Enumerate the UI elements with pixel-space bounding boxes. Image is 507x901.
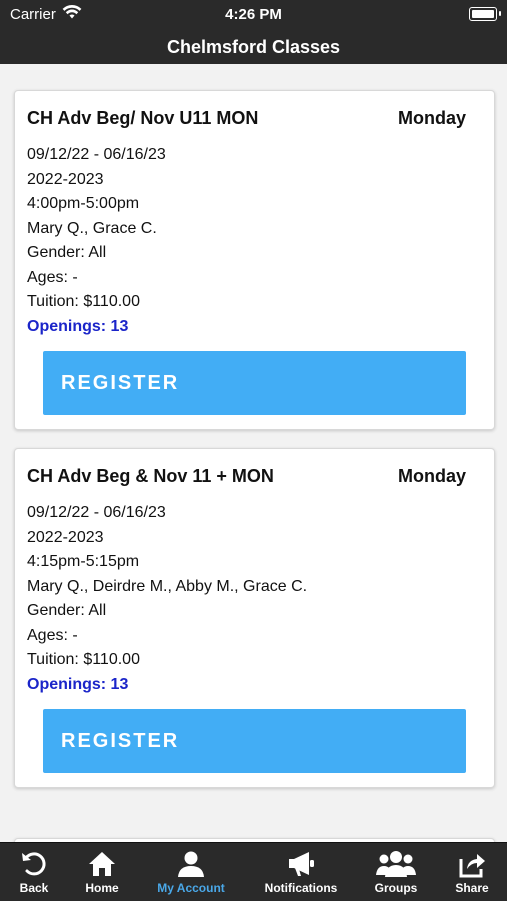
tab-home[interactable]: Home [72,849,132,895]
class-card-header: CH Adv Beg/ Nov U11 MON Monday [15,91,494,135]
tab-label: My Account [157,881,225,895]
class-dates: 09/12/22 - 06/16/23 [27,504,166,521]
class-ages: Ages: - [27,268,78,286]
tab-label: Groups [374,881,418,895]
class-season: 2022-2023 [27,528,104,546]
page-title: Chelmsford Classes [166,37,341,57]
class-tuition: Tuition: $110.00 [27,293,140,310]
class-name: CH Adv Beg/ Nov U11 MON [27,108,259,128]
nav-bar: Chelmsford Classes [0,30,507,65]
tab-back[interactable]: Back [4,849,64,895]
class-day: Monday [397,108,466,128]
share-icon [459,854,485,878]
megaphone-icon [289,852,314,876]
home-icon [89,852,115,876]
class-day: Monday [397,466,466,486]
tab-notifications[interactable]: Notifications [256,849,346,895]
class-gender: Gender: All [27,602,107,619]
tab-groups[interactable]: Groups [366,849,426,895]
class-openings: Openings: 13 [27,317,129,335]
user-icon [178,851,204,877]
class-card: CH Adv Beg/ Nov U11 MON Monday 09/12/22 … [14,90,495,430]
class-details: 09/12/22 - 06/16/23 2022-2023 4:15pm-5:1… [15,493,494,697]
class-gender: Gender: All [27,244,107,261]
class-dates: 09/12/22 - 06/16/23 [27,146,166,163]
class-tuition: Tuition: $110.00 [27,651,140,668]
class-time: 4:00pm-5:00pm [27,195,140,212]
class-card-header: CH Adv Beg & Nov 11 + MON Monday [15,449,494,493]
back-icon [22,852,46,876]
tab-label: Home [85,881,119,895]
class-card: CH Adv Beg & Nov 11 + MON Monday 09/12/2… [14,448,495,788]
class-ages: Ages: - [27,626,78,644]
class-name: CH Adv Beg & Nov 11 + MON [27,466,274,486]
tab-label: Back [19,881,49,895]
battery-tip [499,11,501,16]
tab-share[interactable]: Share [444,849,500,895]
status-bar: Carrier 4:26 PM [0,0,507,30]
class-list[interactable]: CH Adv Beg/ Nov U11 MON Monday 09/12/22 … [0,64,507,842]
status-time: 4:26 PM [225,6,282,23]
battery-icon [469,7,497,21]
tab-label: Notifications [264,881,338,895]
groups-icon [376,851,416,877]
register-button[interactable]: REGISTER [43,709,466,773]
register-button[interactable]: REGISTER [43,351,466,415]
tab-label: Share [455,881,489,895]
class-details: 09/12/22 - 06/16/23 2022-2023 4:00pm-5:0… [15,135,494,339]
class-time: 4:15pm-5:15pm [27,553,140,570]
tab-bar: Back Home My Account Notifications Group… [0,842,507,901]
class-season: 2022-2023 [27,170,104,188]
class-openings: Openings: 13 [27,675,129,693]
class-instructors: Mary Q., Grace C. [27,219,157,237]
tab-my-account[interactable]: My Account [148,849,234,895]
class-instructors: Mary Q., Deirdre M., Abby M., Grace C. [27,577,308,595]
